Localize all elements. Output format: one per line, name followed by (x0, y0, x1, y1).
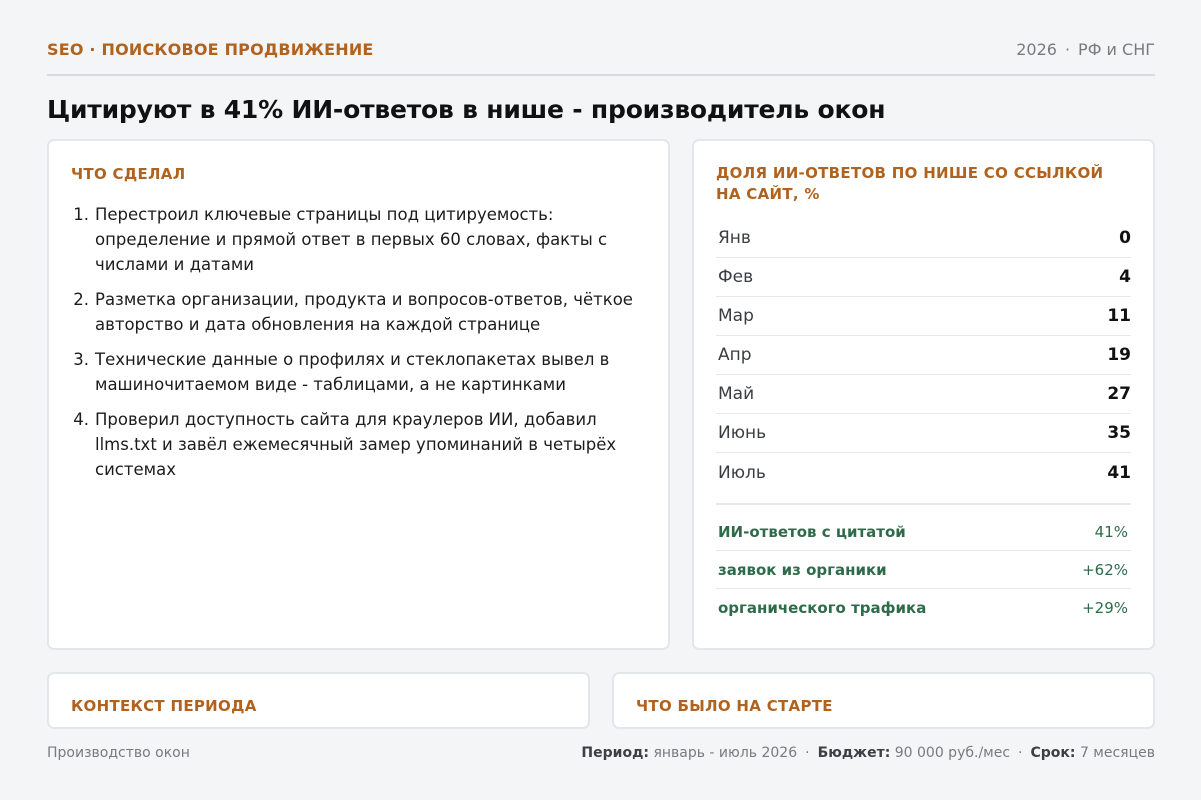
month-value: 11 (1107, 306, 1131, 326)
month-label: Май (718, 384, 755, 404)
month-label: Июль (718, 462, 766, 483)
what-done-card: ЧТО СДЕЛАЛ 1. Перестроил ключевые страниц… (47, 139, 670, 650)
step-item: 2. Разметка организации, продукта и вопро… (71, 287, 646, 337)
start-state-card: ЧТО БЫЛО НА СТАРТЕ (612, 672, 1155, 729)
period-value: январь - июль 2026 (653, 745, 798, 761)
month-value: 19 (1107, 345, 1131, 365)
summary-row: ИИ-ответов с цитатой 41% (716, 513, 1131, 551)
period-context-card: КОНТЕКСТ ПЕРИОДА (47, 672, 590, 729)
budget-label: Бюджет: (817, 745, 891, 761)
month-label: Апр (718, 345, 752, 365)
what-done-title: ЧТО СДЕЛАЛ (71, 165, 186, 183)
steps-list: 1. Перестроил ключевые страницы под цитир… (71, 202, 646, 482)
summary-value: +62% (1082, 560, 1128, 579)
month-row: Мар 11 (716, 297, 1131, 336)
page-title: Цитируют в 41% ИИ-ответов в нише - произ… (47, 95, 886, 124)
month-value: 35 (1107, 423, 1131, 443)
step-item: 1. Перестроил ключевые страницы под цитир… (71, 202, 646, 277)
month-value: 41 (1107, 462, 1131, 483)
term-label: Срок: (1030, 745, 1076, 761)
month-value: 27 (1107, 384, 1131, 404)
summary-row: органического трафика +29% (716, 589, 1131, 627)
month-row: Фев 4 (716, 258, 1131, 297)
month-label: Мар (718, 306, 754, 326)
step-number: 1. (73, 205, 89, 224)
budget-value: 90 000 руб./мес (894, 745, 1011, 761)
page-footer: Производство окон Период: январь - июль … (47, 742, 1155, 764)
step-item: 3. Технические данные о профилях и стекло… (71, 347, 646, 397)
summary-label: ИИ-ответов с цитатой (718, 522, 906, 541)
term-value: 7 месяцев (1079, 745, 1155, 761)
category-label: SEO · ПОИСКОВОЕ ПРОДВИЖЕНИЕ (47, 40, 374, 59)
month-label: Июнь (718, 423, 767, 443)
month-value: 4 (1119, 267, 1131, 287)
month-label: Фев (718, 267, 754, 287)
project-meta: Период: январь - июль 2026 · Бюджет: 90 00… (581, 745, 1155, 761)
page-header: SEO · ПОИСКОВОЕ ПРОДВИЖЕНИЕ 2026 · РФ и СН… (47, 38, 1155, 76)
step-number: 4. (73, 410, 89, 429)
step-text: Разметка организации, продукта и вопросо… (95, 290, 633, 334)
monthly-table: Янв 0 Фев 4 Мар 11 Апр 19 Май 27 Июнь 35 Июль 41 (716, 219, 1131, 492)
summary-value: 41% (1094, 522, 1128, 541)
month-label: Янв (718, 228, 751, 248)
month-row: Июль 41 (716, 453, 1131, 492)
step-text: Технические данные о профилях и стеклопа… (95, 350, 610, 394)
month-row: Янв 0 (716, 219, 1131, 258)
header-meta: 2026 · РФ и СНГ (1016, 38, 1155, 62)
industry-label: Производство окон (47, 745, 190, 761)
step-text: Проверил доступность сайта для краулеров… (95, 410, 617, 479)
region-label: РФ и СНГ (1078, 40, 1155, 59)
summary-label: заявок из органики (718, 560, 887, 579)
month-row: Июнь 35 (716, 414, 1131, 453)
step-number: 2. (73, 290, 89, 309)
summary-row: заявок из органики +62% (716, 551, 1131, 589)
meta-separator: · (805, 745, 810, 761)
ai-share-title: ДОЛЯ ИИ-ОТВЕТОВ ПО НИШЕ СО ССЫЛКОЙ НА СА… (716, 164, 1104, 203)
summary-value: +29% (1082, 599, 1128, 617)
month-row: Май 27 (716, 375, 1131, 414)
step-number: 3. (73, 350, 89, 369)
step-item: 4. Проверил доступность сайта для краулер… (71, 407, 646, 482)
summary-table: ИИ-ответов с цитатой 41% заявок из орган… (716, 503, 1131, 627)
year-label: 2026 (1016, 40, 1057, 59)
month-row: Апр 19 (716, 336, 1131, 375)
step-text: Перестроил ключевые страницы под цитируе… (95, 205, 608, 274)
header-separator: · (1064, 40, 1071, 59)
meta-separator: · (1018, 745, 1023, 761)
period-context-title: КОНТЕКСТ ПЕРИОДА (71, 697, 257, 715)
period-label: Период: (581, 745, 649, 761)
start-state-title: ЧТО БЫЛО НА СТАРТЕ (636, 697, 833, 715)
summary-label: органического трафика (718, 599, 927, 617)
month-value: 0 (1119, 228, 1131, 248)
ai-share-card: ДОЛЯ ИИ-ОТВЕТОВ ПО НИШЕ СО ССЫЛКОЙ НА СА… (692, 139, 1155, 650)
